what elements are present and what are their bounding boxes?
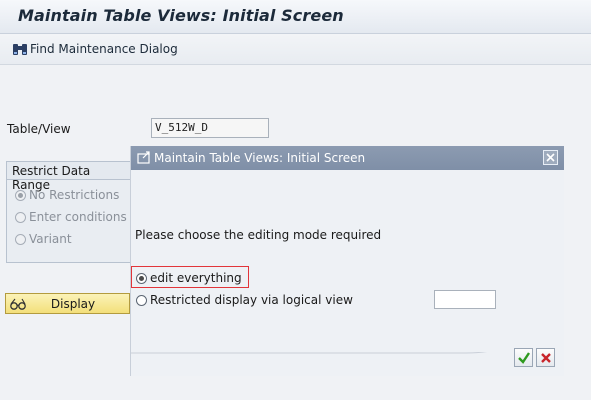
display-label: Display — [50, 296, 96, 311]
dialog-close-button[interactable] — [543, 150, 558, 165]
table-view-label: Table/View — [7, 122, 71, 136]
dialog-title-bar: Maintain Table Views: Initial Screen — [131, 146, 564, 170]
radio-button[interactable] — [15, 189, 26, 201]
find-maintenance-dialog-label: Find Maintenance Dialog — [30, 42, 178, 56]
dialog-title: Maintain Table Views: Initial Screen — [154, 151, 366, 165]
radio-variant[interactable]: Variant — [15, 232, 72, 246]
radio-label: Enter conditions — [29, 210, 127, 224]
cancel-button[interactable] — [536, 348, 555, 367]
close-icon — [546, 153, 555, 162]
title-bar: Maintain Table Views: Initial Screen — [0, 0, 591, 34]
option-restricted-display[interactable]: Restricted display via logical view — [136, 293, 353, 307]
binoculars-icon — [13, 44, 27, 55]
logical-view-field[interactable] — [434, 290, 496, 309]
radio-label: No Restrictions — [29, 188, 120, 202]
option-label: edit everything — [150, 271, 242, 285]
dialog-window-icon — [137, 151, 150, 164]
page-title: Maintain Table Views: Initial Screen — [18, 6, 344, 25]
check-icon — [517, 351, 530, 364]
application-toolbar: Find Maintenance Dialog — [0, 34, 591, 65]
display-button[interactable]: Display — [5, 293, 130, 314]
radio-no-restrictions[interactable]: No Restrictions — [15, 188, 119, 202]
glasses-icon — [10, 298, 26, 310]
radio-button[interactable] — [136, 294, 147, 306]
cancel-icon — [540, 352, 551, 363]
dialog-footer-divider — [131, 352, 487, 354]
confirm-button[interactable] — [514, 348, 533, 367]
table-view-field[interactable]: V_512W_D — [151, 118, 269, 138]
restrict-data-range-header: Restrict Data Range — [7, 162, 131, 192]
option-edit-everything[interactable]: edit everything — [136, 271, 242, 285]
radio-button[interactable] — [15, 211, 26, 223]
restrict-data-range-group: Restrict Data Range No Restrictions Ente… — [6, 161, 132, 263]
radio-enter-conditions[interactable]: Enter conditions — [15, 210, 127, 224]
radio-button[interactable] — [136, 272, 147, 284]
radio-button[interactable] — [15, 233, 26, 245]
find-maintenance-dialog-button[interactable]: Find Maintenance Dialog — [12, 40, 178, 58]
option-label: Restricted display via logical view — [150, 293, 353, 307]
editing-mode-dialog: Maintain Table Views: Initial Screen Ple… — [130, 146, 564, 376]
dialog-prompt: Please choose the editing mode required — [135, 228, 382, 242]
radio-label: Variant — [29, 232, 72, 246]
